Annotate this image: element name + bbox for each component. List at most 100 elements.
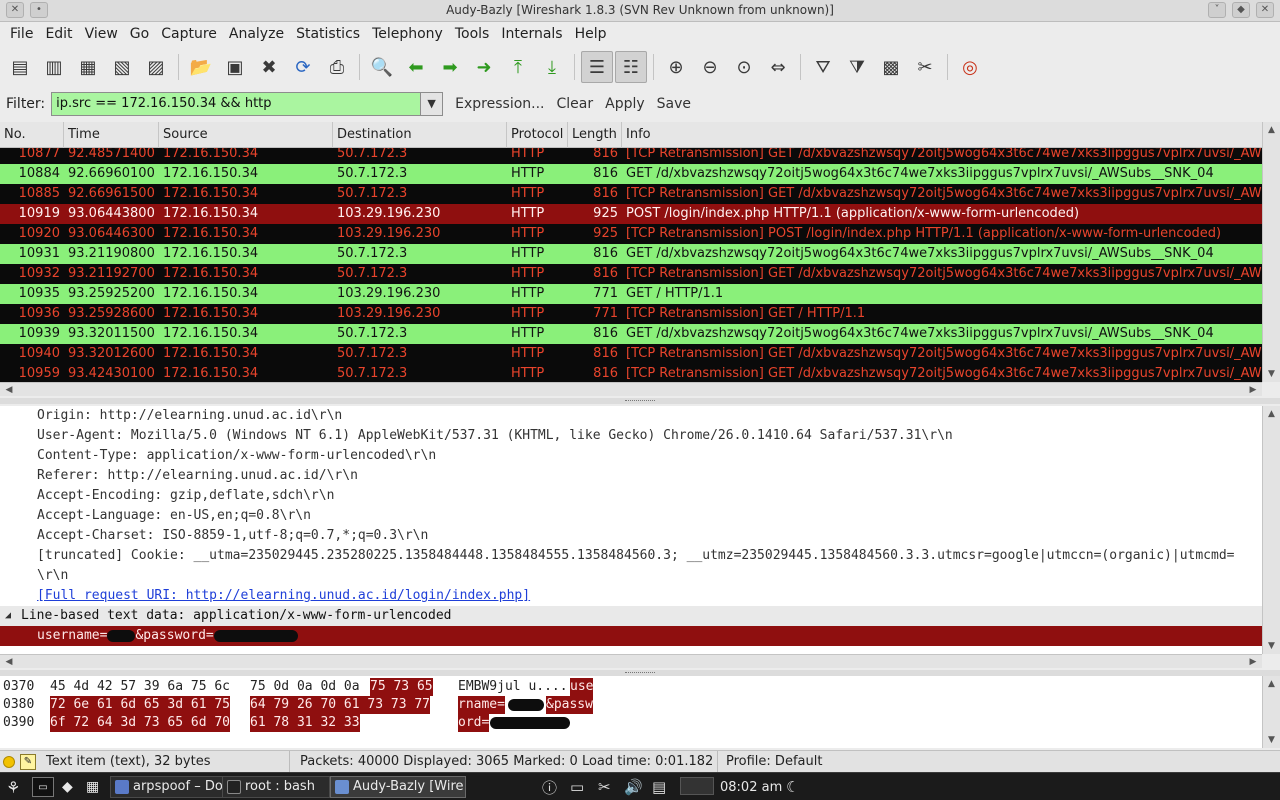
packet-row[interactable]: 10939 93.32011500 172.16.150.34 50.7.172.3 H… <box>0 324 1262 344</box>
scroll-up-icon[interactable]: ▲ <box>1263 406 1280 422</box>
zoom-in-icon[interactable]: ⊕ <box>660 51 692 83</box>
column-source[interactable]: Source <box>159 122 333 148</box>
menu-help[interactable]: Help <box>569 26 613 42</box>
go-last-packet-icon[interactable]: ⤓ <box>536 51 568 83</box>
menu-internals[interactable]: Internals <box>495 26 568 42</box>
display-filter-input[interactable]: ip.src == 172.16.150.34 && http <box>51 92 422 116</box>
bytes-scrollbar[interactable]: ▲ ▼ <box>1262 676 1280 748</box>
scroll-up-icon[interactable]: ▲ <box>1263 122 1280 138</box>
expert-info-icon[interactable] <box>3 756 15 768</box>
clear-button[interactable]: Clear <box>557 96 594 112</box>
task-dolphin[interactable]: arpspoof – Dolphin <box>110 776 228 798</box>
scroll-left-icon[interactable]: ◀ <box>2 655 16 669</box>
scroll-up-icon[interactable]: ▲ <box>1263 676 1280 692</box>
packet-list-hscrollbar[interactable]: ◀ ▶ <box>0 382 1262 396</box>
go-first-packet-icon[interactable]: ⤒ <box>502 51 534 83</box>
task-wireshark[interactable]: Audy-Bazly [Wire <box>330 776 466 798</box>
save-file-icon[interactable]: ▣ <box>219 51 251 83</box>
colorize-icon[interactable]: ☰ <box>581 51 613 83</box>
packet-row[interactable]: 10877 92.48571400 172.16.150.34 50.7.172.3 H… <box>0 148 1262 164</box>
capture-filters-icon[interactable]: ⛛ <box>807 51 839 83</box>
close-icon[interactable]: ✕ <box>1256 2 1274 18</box>
menu-capture[interactable]: Capture <box>155 26 223 42</box>
detail-line[interactable]: Referer: http://elearning.unud.ac.id/\r\… <box>0 466 1262 486</box>
packet-row[interactable]: 10920 93.06446300 172.16.150.34 103.29.196.… <box>0 224 1262 244</box>
hex-row[interactable]: 0380 72 6e 61 6d 65 3d 61 75 64 79 26 70… <box>0 696 1262 714</box>
print-icon[interactable]: ⎙ <box>321 51 353 83</box>
packet-row[interactable]: 10940 93.32012600 172.16.150.34 50.7.172.3 H… <box>0 344 1262 364</box>
packet-row[interactable]: 10936 93.25928600 172.16.150.34 103.29.196.… <box>0 304 1262 324</box>
coloring-rules-icon[interactable]: ▩ <box>875 51 907 83</box>
workspace-pager[interactable] <box>680 777 714 795</box>
detail-line[interactable]: Origin: http://elearning.unud.ac.id\r\n <box>0 406 1262 426</box>
menu-telephony[interactable]: Telephony <box>366 26 449 42</box>
reload-icon[interactable]: ⟳ <box>287 51 319 83</box>
detail-line[interactable]: Content-Type: application/x-www-form-url… <box>0 446 1262 466</box>
task-bash[interactable]: root : bash <box>222 776 330 798</box>
normal-size-icon[interactable]: ⊙ <box>728 51 760 83</box>
save-button[interactable]: Save <box>657 96 691 112</box>
keyboard-icon[interactable]: ▤ <box>652 777 666 797</box>
monitor-icon[interactable]: ▭ <box>570 777 584 797</box>
menu-tools[interactable]: Tools <box>449 26 496 42</box>
apply-button[interactable]: Apply <box>605 96 645 112</box>
pane-splitter[interactable] <box>0 398 1280 404</box>
expand-triangle-icon[interactable]: ◢ <box>5 606 11 626</box>
detail-line[interactable]: Accept-Language: en-US,en;q=0.8\r\n <box>0 506 1262 526</box>
go-to-packet-icon[interactable]: ➜ <box>468 51 500 83</box>
detail-line[interactable]: Accept-Encoding: gzip,deflate,sdch\r\n <box>0 486 1262 506</box>
minimize-icon[interactable]: ˅ <box>1208 2 1226 18</box>
scroll-right-icon[interactable]: ▶ <box>1246 383 1260 397</box>
packet-row[interactable]: 10919 93.06443800 172.16.150.34 103.29.196.… <box>0 204 1262 224</box>
chevron-down-icon[interactable]: ▼ <box>421 92 444 116</box>
file-manager-icon[interactable]: ◆ <box>62 777 73 797</box>
scroll-left-icon[interactable]: ◀ <box>2 383 16 397</box>
detail-line[interactable]: [truncated] Cookie: __utma=235029445.235… <box>0 546 1262 566</box>
terminal-icon[interactable]: ▭ <box>32 777 54 797</box>
moon-icon[interactable]: ☾ <box>786 777 799 797</box>
start-capture-icon[interactable]: ▦ <box>72 51 104 83</box>
packet-row[interactable]: 10959 93.42430100 172.16.150.34 50.7.172.3 H… <box>0 364 1262 382</box>
scroll-down-icon[interactable]: ▼ <box>1263 732 1280 748</box>
packet-row[interactable]: 10935 93.25925200 172.16.150.34 103.29.196.… <box>0 284 1262 304</box>
preferences-icon[interactable]: ✂ <box>909 51 941 83</box>
scroll-right-icon[interactable]: ▶ <box>1246 655 1260 669</box>
hex-row[interactable]: 0370 45 4d 42 57 39 6a 75 6c 75 0d 0a 0d… <box>0 678 1262 696</box>
help-icon[interactable]: ◎ <box>954 51 986 83</box>
column-length[interactable]: Length <box>568 122 622 148</box>
maximize-icon[interactable]: ◆ <box>1232 2 1250 18</box>
column-protocol[interactable]: Protocol <box>507 122 568 148</box>
find-packet-icon[interactable]: 🔍 <box>366 51 398 83</box>
browser-icon[interactable]: ▦ <box>86 777 99 797</box>
restart-capture-icon[interactable]: ▨ <box>140 51 172 83</box>
scroll-down-icon[interactable]: ▼ <box>1263 366 1280 382</box>
capture-comment-icon[interactable]: ✎ <box>20 754 36 770</box>
column-info[interactable]: Info <box>622 122 1262 148</box>
menu-analyze[interactable]: Analyze <box>223 26 290 42</box>
go-back-icon[interactable]: ⬅ <box>400 51 432 83</box>
packet-row[interactable]: 10884 92.66960100 172.16.150.34 50.7.172.3 H… <box>0 164 1262 184</box>
packet-row[interactable]: 10885 92.66961500 172.16.150.34 50.7.172.3 H… <box>0 184 1262 204</box>
scissors-icon[interactable]: ✂ <box>598 777 611 797</box>
details-hscrollbar[interactable]: ◀ ▶ <box>0 654 1262 668</box>
line-based-text-node[interactable]: ◢ Line-based text data: application/x-ww… <box>0 606 1262 626</box>
menu-statistics[interactable]: Statistics <box>290 26 366 42</box>
column-destination[interactable]: Destination <box>333 122 507 148</box>
status-profile[interactable]: Profile: Default <box>720 751 1280 773</box>
detail-line[interactable]: User-Agent: Mozilla/5.0 (Windows NT 6.1)… <box>0 426 1262 446</box>
go-forward-icon[interactable]: ➡ <box>434 51 466 83</box>
volume-icon[interactable]: 🔊 <box>624 777 643 797</box>
details-scrollbar[interactable]: ▲ ▼ <box>1262 406 1280 654</box>
auto-scroll-icon[interactable]: ☷ <box>615 51 647 83</box>
resize-columns-icon[interactable]: ⇔ <box>762 51 794 83</box>
full-request-uri-link[interactable]: [Full request URI: http://elearning.unud… <box>0 586 1262 606</box>
zoom-out-icon[interactable]: ⊖ <box>694 51 726 83</box>
expression-button[interactable]: Expression... <box>455 96 544 112</box>
scroll-down-icon[interactable]: ▼ <box>1263 638 1280 654</box>
menu-view[interactable]: View <box>79 26 124 42</box>
start-menu-icon[interactable]: ⚘ <box>6 777 20 797</box>
capture-options-icon[interactable]: ▥ <box>38 51 70 83</box>
form-data-line[interactable]: username= &password= <box>0 626 1262 646</box>
clock[interactable]: 08:02 am <box>720 777 782 797</box>
stop-capture-icon[interactable]: ▧ <box>106 51 138 83</box>
